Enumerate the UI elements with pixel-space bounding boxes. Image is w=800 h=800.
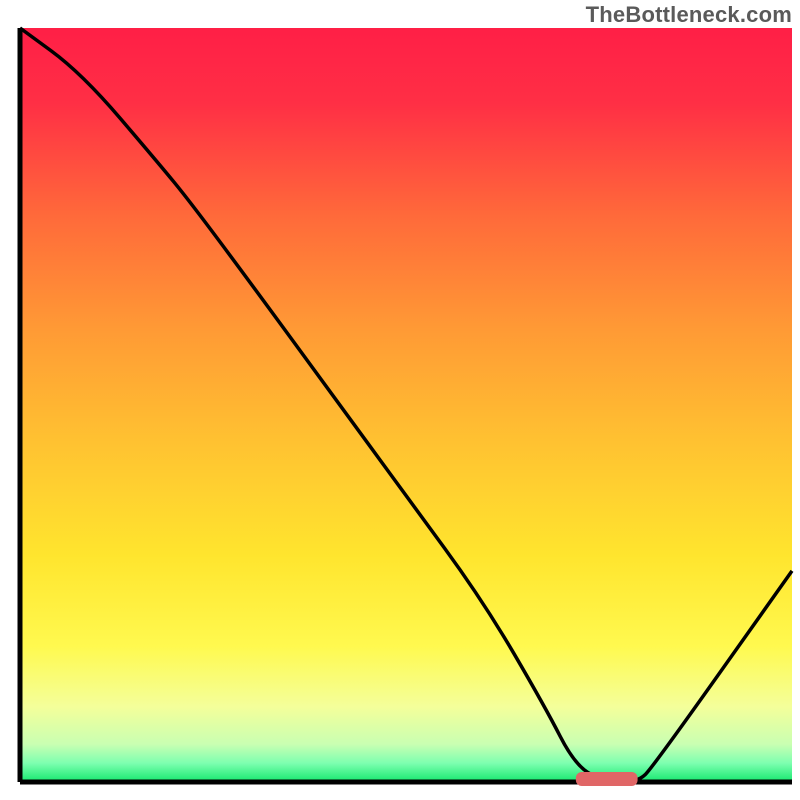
optimal-marker — [576, 772, 638, 786]
plot-background — [20, 28, 792, 782]
watermark-text: TheBottleneck.com — [586, 2, 792, 28]
chart-container: TheBottleneck.com — [0, 0, 800, 800]
bottleneck-chart — [0, 0, 800, 800]
